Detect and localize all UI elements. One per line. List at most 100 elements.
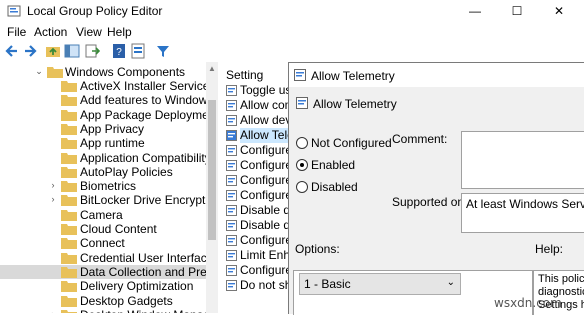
tree-item[interactable]: App Privacy bbox=[0, 122, 206, 136]
scrollbar-thumb[interactable] bbox=[208, 100, 216, 240]
folder-icon bbox=[61, 109, 77, 121]
folder-icon bbox=[61, 281, 77, 293]
tree-item-label: Add features to Windows 10 bbox=[80, 93, 206, 108]
comment-textarea[interactable] bbox=[461, 131, 584, 189]
show-hide-tree-icon[interactable] bbox=[64, 43, 80, 59]
folder-icon bbox=[61, 224, 77, 235]
properties-icon[interactable] bbox=[130, 43, 146, 59]
folder-icon bbox=[61, 166, 77, 178]
toolbar: ? bbox=[0, 40, 584, 63]
chevron-right-icon[interactable]: › bbox=[48, 309, 58, 313]
tree-item[interactable]: App Package Deployment bbox=[0, 108, 206, 122]
supported-on-box: At least Windows Server 2016 bbox=[461, 193, 584, 233]
policy-setting-icon bbox=[226, 205, 237, 216]
tree-item[interactable]: ActiveX Installer Service bbox=[0, 79, 206, 93]
tree-item[interactable]: › Desktop Window Manager bbox=[0, 308, 206, 313]
tree-item-label: Data Collection and Preview B bbox=[80, 264, 206, 279]
chevron-right-icon[interactable]: › bbox=[48, 194, 58, 204]
dialog-title: Allow Telemetry bbox=[311, 69, 395, 83]
menu-action[interactable]: Action bbox=[34, 25, 67, 39]
window-title: Local Group Policy Editor bbox=[27, 4, 163, 18]
tree-item-windows-components[interactable]: ⌄ Windows Components bbox=[0, 65, 206, 79]
back-arrow-icon[interactable] bbox=[4, 43, 20, 59]
supported-on-value: At least Windows Server 2016 bbox=[466, 197, 584, 211]
tree-item[interactable]: › Biometrics bbox=[0, 179, 206, 193]
tree-item-label: ActiveX Installer Service bbox=[80, 79, 206, 93]
forward-arrow-icon[interactable] bbox=[22, 43, 38, 59]
filter-icon[interactable] bbox=[155, 43, 171, 59]
tree-item[interactable]: Cloud Content bbox=[0, 222, 206, 236]
title-bar: Local Group Policy Editor — ☐ ✕ bbox=[0, 0, 584, 22]
tree-item[interactable]: Connect bbox=[0, 236, 206, 250]
column-header-setting[interactable]: Setting bbox=[226, 68, 263, 82]
policy-setting-icon bbox=[226, 115, 237, 126]
policy-setting-icon bbox=[226, 220, 237, 231]
tree-item-label: App Privacy bbox=[80, 121, 145, 136]
help-text-line: This policy s bbox=[538, 273, 584, 285]
tree-item-label: AutoPlay Policies bbox=[80, 164, 173, 179]
tree-item[interactable]: App runtime bbox=[0, 136, 206, 150]
export-list-icon[interactable] bbox=[84, 43, 100, 59]
policy-setting-icon bbox=[226, 130, 237, 141]
folder-icon bbox=[61, 266, 77, 278]
menu-view[interactable]: View bbox=[76, 25, 102, 39]
help-label: Help: bbox=[535, 242, 564, 256]
tree-item[interactable]: Application Compatibility bbox=[0, 151, 206, 165]
folder-icon bbox=[61, 238, 77, 250]
policy-setting-icon bbox=[226, 190, 237, 201]
tree-item[interactable]: Camera bbox=[0, 208, 206, 222]
policy-setting-icon bbox=[226, 145, 237, 156]
telemetry-level-select[interactable]: 1 - Basic ⌄ bbox=[299, 273, 461, 295]
tree-item-label: App runtime bbox=[80, 136, 145, 151]
dialog-title-bar: Allow Telemetry bbox=[289, 63, 584, 87]
tree-item[interactable]: Credential User Interface bbox=[0, 251, 206, 265]
radio-selected-dot bbox=[300, 163, 304, 167]
menu-help[interactable]: Help bbox=[107, 25, 132, 39]
policy-setting-icon bbox=[226, 280, 237, 291]
tree-item[interactable]: Data Collection and Preview B bbox=[0, 264, 206, 279]
close-button[interactable]: ✕ bbox=[542, 0, 576, 22]
tree-item-label: BitLocker Drive Encryption bbox=[80, 193, 206, 208]
tree-item-label: App Package Deployment bbox=[80, 107, 206, 122]
chevron-down-icon[interactable]: ⌄ bbox=[34, 66, 44, 77]
policy-setting-icon bbox=[226, 265, 237, 276]
radio-enabled[interactable]: Enabled bbox=[296, 157, 456, 173]
tree-item-label: Application Compatibility bbox=[80, 150, 206, 165]
tree-scrollbar[interactable]: ▲ bbox=[206, 62, 218, 313]
chevron-down-icon: ⌄ bbox=[446, 277, 455, 288]
policy-setting-icon bbox=[226, 160, 237, 171]
supported-on-label: Supported on: bbox=[392, 195, 468, 209]
tree-item[interactable]: Desktop Gadgets bbox=[0, 294, 206, 308]
folder-icon bbox=[61, 209, 77, 221]
folder-icon bbox=[61, 309, 77, 313]
policy-setting-icon bbox=[296, 97, 308, 109]
tree-item[interactable]: Add features to Windows 10 bbox=[0, 93, 206, 107]
options-label: Options: bbox=[295, 242, 340, 256]
minimize-button[interactable]: — bbox=[458, 0, 492, 22]
maximize-button[interactable]: ☐ bbox=[500, 0, 534, 22]
tree-item[interactable]: Delivery Optimization bbox=[0, 279, 206, 293]
policy-setting-icon bbox=[226, 85, 237, 96]
dialog-heading: Allow Telemetry bbox=[313, 97, 397, 111]
menu-file[interactable]: File bbox=[7, 25, 26, 39]
folder-icon bbox=[61, 95, 77, 107]
scroll-up-arrow-icon[interactable]: ▲ bbox=[208, 64, 216, 73]
folder-icon bbox=[61, 123, 77, 135]
policy-setting-icon bbox=[294, 69, 306, 81]
tree-item-label: Biometrics bbox=[80, 179, 137, 194]
tree-item-label: Desktop Window Manager bbox=[80, 308, 206, 313]
folder-icon bbox=[61, 138, 77, 150]
help-icon[interactable]: ? bbox=[111, 43, 127, 59]
folder-icon bbox=[61, 181, 77, 193]
folder-icon bbox=[61, 81, 77, 92]
allow-telemetry-dialog: Allow Telemetry Allow Telemetry Not Conf… bbox=[288, 62, 584, 315]
chevron-right-icon[interactable]: › bbox=[48, 180, 58, 190]
up-folder-icon[interactable] bbox=[45, 43, 61, 59]
policy-setting-icon bbox=[226, 175, 237, 186]
comment-label: Comment: bbox=[392, 132, 448, 146]
tree-item[interactable]: AutoPlay Policies bbox=[0, 165, 206, 179]
tree-item[interactable]: › BitLocker Drive Encryption bbox=[0, 193, 207, 208]
folder-icon bbox=[61, 195, 77, 207]
radio-disabled[interactable]: Disabled bbox=[296, 179, 456, 195]
folder-icon bbox=[61, 152, 77, 164]
